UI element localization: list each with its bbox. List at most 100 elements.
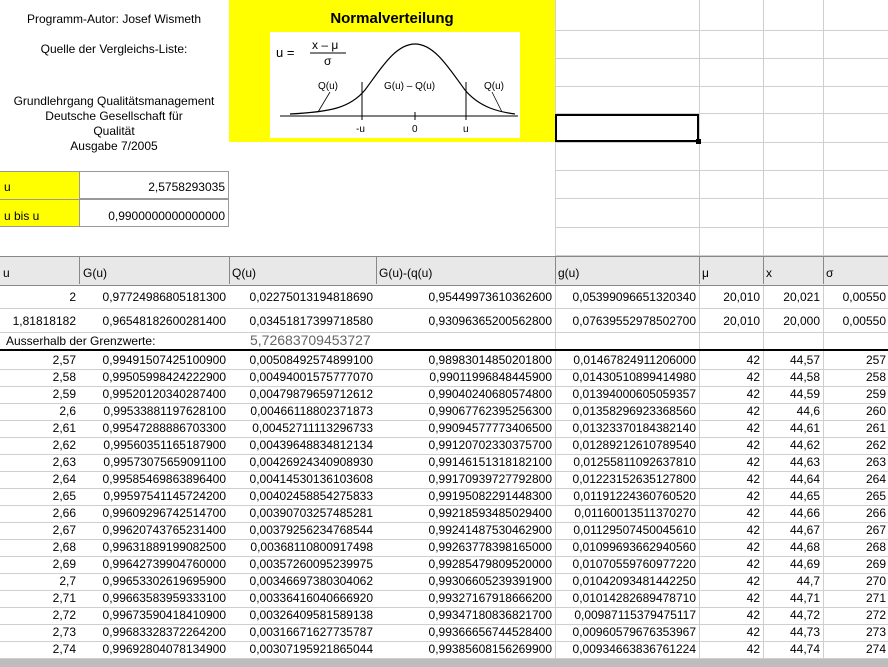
cell-s[interactable]: 269 xyxy=(823,556,886,573)
cell-s[interactable]: 258 xyxy=(823,369,886,386)
cell-mu[interactable]: 42 xyxy=(699,641,760,658)
cell-G[interactable]: 0,99620743765231400 xyxy=(79,522,226,539)
cell-G[interactable]: 0,99533881197628100 xyxy=(79,403,226,420)
cell-Q[interactable]: 0,00326409581589138 xyxy=(229,607,373,624)
cell-u[interactable]: 2,62 xyxy=(0,437,76,454)
cell-u[interactable]: 2,68 xyxy=(0,539,76,556)
cell-mu[interactable]: 42 xyxy=(699,488,760,505)
cell-x[interactable]: 44,6 xyxy=(763,403,820,420)
cell-u[interactable]: 2,59 xyxy=(0,386,76,403)
cell-mu[interactable]: 42 xyxy=(699,573,760,590)
cell-GQ[interactable]: 0,99120702330375700 xyxy=(376,437,552,454)
selected-cell[interactable] xyxy=(555,114,699,142)
cell-mu[interactable]: 42 xyxy=(699,369,760,386)
cell-GQ[interactable]: 0,99327167918666200 xyxy=(376,590,552,607)
cell-u[interactable]: 2,63 xyxy=(0,454,76,471)
cell-G[interactable]: 0,99663583959333100 xyxy=(79,590,226,607)
cell-mu[interactable]: 42 xyxy=(699,471,760,488)
cell-Q[interactable]: 0,02275013194818690 xyxy=(229,286,373,308)
cell-G[interactable]: 0,99673590418410900 xyxy=(79,607,226,624)
cell-mu[interactable]: 42 xyxy=(699,437,760,454)
cell-Q[interactable]: 0,00494001575777070 xyxy=(229,369,373,386)
cell-x[interactable]: 44,66 xyxy=(763,505,820,522)
cell-x[interactable]: 44,62 xyxy=(763,437,820,454)
cell-mu[interactable]: 42 xyxy=(699,505,760,522)
fill-handle[interactable] xyxy=(696,139,701,144)
cell-u[interactable]: 1,81818182 xyxy=(0,310,76,332)
cell-x[interactable]: 44,68 xyxy=(763,539,820,556)
cell-Q[interactable]: 0,00336416040666920 xyxy=(229,590,373,607)
cell-u[interactable]: 2 xyxy=(0,286,76,308)
cell-s[interactable]: 265 xyxy=(823,488,886,505)
cell-GQ[interactable]: 0,99040240680574800 xyxy=(376,386,552,403)
cell-GQ[interactable]: 0,99241487530462900 xyxy=(376,522,552,539)
cell-x[interactable]: 44,57 xyxy=(763,352,820,369)
cell-u[interactable]: 2,67 xyxy=(0,522,76,539)
cell-mu[interactable]: 42 xyxy=(699,556,760,573)
cell-Q[interactable]: 0,00414530136103608 xyxy=(229,471,373,488)
cell-Q[interactable]: 0,00452711113296733 xyxy=(229,420,373,437)
cell-mu[interactable]: 42 xyxy=(699,590,760,607)
cell-s[interactable]: 264 xyxy=(823,471,886,488)
cell-g[interactable]: 0,01255811092637810 xyxy=(555,454,696,471)
cell-u[interactable]: 2,74 xyxy=(0,641,76,658)
cell-g[interactable]: 0,01160013511370270 xyxy=(555,505,696,522)
cell-Q[interactable]: 0,00466118802371873 xyxy=(229,403,373,420)
cell-x[interactable]: 44,63 xyxy=(763,454,820,471)
cell-G[interactable]: 0,99547288886703300 xyxy=(79,420,226,437)
cell-G[interactable]: 0,99585469863896400 xyxy=(79,471,226,488)
cell-x[interactable]: 20,000 xyxy=(763,310,820,332)
cell-G[interactable]: 0,99491507425100900 xyxy=(79,352,226,369)
cell-mu[interactable]: 42 xyxy=(699,522,760,539)
cell-x[interactable]: 44,71 xyxy=(763,590,820,607)
cell-G[interactable]: 0,99653302619695900 xyxy=(79,573,226,590)
cell-s[interactable]: 262 xyxy=(823,437,886,454)
cell-G[interactable]: 0,97724986805181300 xyxy=(79,286,226,308)
cell-g[interactable]: 0,01430510899414980 xyxy=(555,369,696,386)
cell-g[interactable]: 0,01394000605059357 xyxy=(555,386,696,403)
cell-GQ[interactable]: 0,99218593485029400 xyxy=(376,505,552,522)
cell-g[interactable]: 0,01358296923368560 xyxy=(555,403,696,420)
cell-Q[interactable]: 0,00307195921865044 xyxy=(229,641,373,658)
cell-u[interactable]: 2,57 xyxy=(0,352,76,369)
cell-G[interactable]: 0,96548182600281400 xyxy=(79,310,226,332)
cell-mu[interactable]: 42 xyxy=(699,624,760,641)
cell-G[interactable]: 0,99505998424222900 xyxy=(79,369,226,386)
cell-x[interactable]: 44,65 xyxy=(763,488,820,505)
cell-g[interactable]: 0,01223152635127800 xyxy=(555,471,696,488)
cell-u[interactable]: 2,71 xyxy=(0,590,76,607)
cell-mu[interactable]: 42 xyxy=(699,454,760,471)
cell-s[interactable]: 271 xyxy=(823,590,886,607)
cell-g[interactable]: 0,00987115379475117 xyxy=(555,607,696,624)
cell-g[interactable]: 0,00960579676353967 xyxy=(555,624,696,641)
cell-mu[interactable]: 42 xyxy=(699,539,760,556)
cell-g[interactable]: 0,01467824911206000 xyxy=(555,352,696,369)
cell-g[interactable]: 0,07639552978502700 xyxy=(555,310,696,332)
cell-GQ[interactable]: 0,98983014850201800 xyxy=(376,352,552,369)
cell-G[interactable]: 0,99560351165187900 xyxy=(79,437,226,454)
cell-GQ[interactable]: 0,93096365200562800 xyxy=(376,310,552,332)
cell-G[interactable]: 0,99597541145724200 xyxy=(79,488,226,505)
cell-Q[interactable]: 0,00426924340908930 xyxy=(229,454,373,471)
cell-s[interactable]: 266 xyxy=(823,505,886,522)
cell-x[interactable]: 44,74 xyxy=(763,641,820,658)
cell-s[interactable]: 259 xyxy=(823,386,886,403)
cell-mu[interactable]: 20,010 xyxy=(699,286,760,308)
cell-u[interactable]: 2,69 xyxy=(0,556,76,573)
cell-u[interactable]: 2,58 xyxy=(0,369,76,386)
cell-u[interactable]: 2,64 xyxy=(0,471,76,488)
cell-s[interactable]: 260 xyxy=(823,403,886,420)
cell-g[interactable]: 0,01042093481442250 xyxy=(555,573,696,590)
cell-g[interactable]: 0,01289212610789540 xyxy=(555,437,696,454)
cell-GQ[interactable]: 0,99195082291448300 xyxy=(376,488,552,505)
cell-u[interactable]: 2,6 xyxy=(0,403,76,420)
cell-g[interactable]: 0,01323370184382140 xyxy=(555,420,696,437)
cell-GQ[interactable]: 0,95449973610362600 xyxy=(376,286,552,308)
cell-G[interactable]: 0,99520120340287400 xyxy=(79,386,226,403)
cell-Q[interactable]: 0,00346697380304062 xyxy=(229,573,373,590)
cell-GQ[interactable]: 0,99011996848445900 xyxy=(376,369,552,386)
cell-x[interactable]: 44,67 xyxy=(763,522,820,539)
cell-x[interactable]: 44,73 xyxy=(763,624,820,641)
cell-Q[interactable]: 0,03451817399718580 xyxy=(229,310,373,332)
cell-s[interactable]: 267 xyxy=(823,522,886,539)
